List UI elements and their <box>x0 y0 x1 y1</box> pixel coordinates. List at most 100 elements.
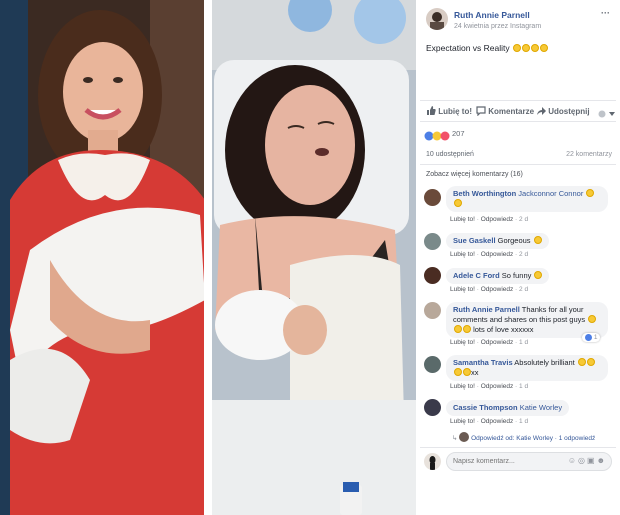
comment-time[interactable]: 1 d <box>519 383 528 390</box>
user-avatar-image <box>429 456 436 470</box>
post-options-button[interactable]: ··· <box>601 8 610 18</box>
laugh-emoji-icon <box>513 44 521 52</box>
comment-author[interactable]: Sue Gaskell <box>453 236 496 245</box>
divider <box>420 164 616 165</box>
user-avatar[interactable] <box>424 453 441 470</box>
comment-like-link[interactable]: Lubię to! <box>450 286 475 293</box>
comment-author[interactable]: Ruth Annie Parnell <box>453 305 520 314</box>
comment-tag[interactable]: Katie Worley <box>520 403 562 412</box>
laugh-emoji-icon <box>454 325 462 333</box>
shares-count[interactable]: 10 udostępnień <box>426 151 474 158</box>
laugh-emoji-icon <box>586 189 595 197</box>
comment-text-continued: xx <box>471 368 479 377</box>
author-avatar[interactable] <box>426 8 448 30</box>
comment-bubble: Adele C Ford So funny <box>446 268 550 284</box>
commenter-avatar[interactable] <box>424 233 441 250</box>
laugh-emoji-icon <box>586 358 595 366</box>
reply-arrow-icon: ↳ <box>452 435 458 442</box>
comment-like-link[interactable]: Lubię to! <box>450 383 475 390</box>
emoji-picker-icon[interactable]: ☺ <box>568 456 578 465</box>
like-reaction-icon <box>585 334 592 341</box>
author-avatar-image <box>430 12 444 30</box>
photo-illustration <box>0 0 416 515</box>
comment-like-link[interactable]: Lubię to! <box>450 251 475 258</box>
comment-time[interactable]: 1 d <box>519 418 528 425</box>
comment-like-link[interactable]: Lubię to! <box>450 339 475 346</box>
comment-author[interactable]: Samantha Travis <box>453 358 513 367</box>
comment-reply-link[interactable]: Odpowiedz <box>481 251 514 258</box>
reactions-count[interactable]: 207 <box>452 129 465 138</box>
laugh-emoji-icon <box>463 325 471 333</box>
laugh-emoji-icon <box>588 315 597 323</box>
comment-author[interactable]: Adele C Ford <box>453 271 500 280</box>
divider <box>420 447 616 448</box>
commenter-avatar[interactable] <box>424 189 441 206</box>
comment-reply-link[interactable]: Odpowiedz <box>481 286 514 293</box>
comment-reply-link[interactable]: Odpowiedz <box>481 339 514 346</box>
comment-input[interactable] <box>453 455 553 468</box>
comments-count[interactable]: 22 komentarzy <box>566 151 612 158</box>
like-label: Lubię to! <box>438 107 473 116</box>
commenter-avatar[interactable] <box>424 399 441 416</box>
comment-bubble: Beth Worthington Jackconnor Connor <box>446 186 608 212</box>
comment-author[interactable]: Cassie Thompson <box>453 403 518 412</box>
comment-time[interactable]: 2 d <box>519 216 528 223</box>
commenter-avatar[interactable] <box>424 267 441 284</box>
thumbs-up-icon <box>427 106 436 115</box>
comment-text: Gorgeous <box>497 236 531 245</box>
comment-actions: Lubię to! · Odpowiedz · 2 d <box>450 251 529 258</box>
smile-emoji-icon <box>533 236 542 244</box>
laugh-emoji-icon <box>522 44 530 52</box>
post-meta[interactable]: 24 kwietnia przez Instagram <box>454 23 541 30</box>
view-more-comments[interactable]: Zobacz więcej komentarzy (16) <box>426 171 523 178</box>
comment-composer[interactable]: ☺◎▣☻ <box>446 452 612 471</box>
reply-summary-text: Odpowiedź od: Katie Worley <box>471 435 553 442</box>
comment-time[interactable]: 2 d <box>519 286 528 293</box>
comment-icon <box>476 106 486 116</box>
comment-bubble: Samantha Travis Absolutely brilliant xx <box>446 355 608 381</box>
chevron-down-icon <box>598 110 615 118</box>
comment-time[interactable]: 2 d <box>519 251 528 258</box>
like-button[interactable]: Lubię to! <box>426 106 472 116</box>
reactions-summary[interactable] <box>424 128 452 146</box>
reply-count: 1 odpowiedź <box>558 435 596 442</box>
post-text-content: Expectation vs Reality <box>426 43 510 53</box>
comment-author[interactable]: Beth Worthington <box>453 189 516 198</box>
laugh-emoji-icon <box>577 358 586 366</box>
replies-link[interactable]: ↳ Odpowiedź od: Katie Worley · 1 odpowie… <box>452 432 595 442</box>
comment-actions: Lubię to! · Odpowiedz · 1 d <box>450 418 529 425</box>
share-icon <box>537 107 546 115</box>
share-label: Udostępnij <box>548 107 590 116</box>
comment-time[interactable]: 1 d <box>519 339 528 346</box>
commenter-avatar[interactable] <box>424 302 441 319</box>
comment-like-count[interactable]: 1 <box>582 333 601 342</box>
post-panel: Ruth Annie Parnell 24 kwietnia przez Ins… <box>416 0 620 515</box>
comment-reply-link[interactable]: Odpowiedz <box>481 216 514 223</box>
comment-like-link[interactable]: Lubię to! <box>450 418 475 425</box>
divider <box>420 121 616 122</box>
comment-tag[interactable]: Jackconnor Connor <box>518 189 583 198</box>
comment-actions: Lubię to! · Odpowiedz · 2 d <box>450 216 529 223</box>
reaction-icons <box>424 131 450 141</box>
post-emojis <box>512 43 548 53</box>
laugh-emoji-icon <box>540 44 548 52</box>
comment-like-link[interactable]: Lubię to! <box>450 216 475 223</box>
sticker-icon[interactable]: ☻ <box>597 456 607 465</box>
camera-icon[interactable]: ◎ <box>578 456 587 465</box>
commenter-avatar[interactable] <box>424 356 441 373</box>
comment-text-continued: lots of love xxxxxx <box>473 325 534 334</box>
reply-avatar <box>459 432 470 442</box>
gif-icon[interactable]: ▣ <box>587 456 597 465</box>
post-text: Expectation vs Reality <box>426 43 548 53</box>
comment-likes-number: 1 <box>593 334 598 341</box>
laugh-emoji-icon <box>531 44 539 52</box>
comment-button[interactable]: Komentarze <box>476 106 534 116</box>
comment-reply-link[interactable]: Odpowiedz <box>481 383 514 390</box>
comment-reply-link[interactable]: Odpowiedz <box>481 418 514 425</box>
share-button[interactable]: Udostępnij <box>536 106 590 116</box>
comment-actions: Lubię to! · Odpowiedz · 2 d <box>450 286 529 293</box>
composer-tools: ☺◎▣☻ <box>568 456 607 465</box>
post-photo[interactable] <box>0 0 416 515</box>
post-author-name[interactable]: Ruth Annie Parnell <box>454 10 530 20</box>
comment-bubble: Sue Gaskell Gorgeous <box>446 233 549 249</box>
